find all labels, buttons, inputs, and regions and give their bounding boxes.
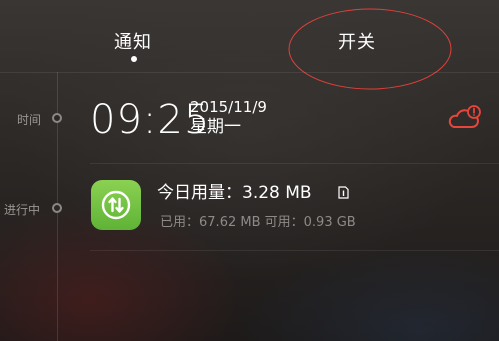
row-divider	[90, 250, 499, 251]
active-tab-indicator	[131, 56, 137, 62]
data-usage-title[interactable]: 今日用量：3.28 MB	[157, 182, 312, 204]
available-value: 0.93 GB	[303, 215, 356, 230]
timeline-dot-ongoing	[52, 203, 62, 213]
data-usage-title-label: 今日用量：	[157, 183, 242, 203]
clock-date[interactable]: 2015/11/9	[190, 99, 267, 116]
data-usage-detail: 已用：67.62 MB 可用：0.93 GB	[160, 214, 356, 232]
data-transfer-icon[interactable]	[91, 180, 141, 230]
cloud-alert-icon[interactable]	[448, 104, 482, 130]
used-label: 已用：	[160, 215, 200, 230]
timeline-label-time: 时间	[17, 113, 42, 127]
tab-switches[interactable]: 开关	[338, 28, 376, 54]
sim-card-icon	[338, 186, 349, 199]
data-usage-today-value: 3.28 MB	[242, 183, 312, 203]
notification-shade: 通知 开关 时间 进行中 09:25 2015/11/9 星期一 今日用量：3.…	[0, 0, 499, 341]
available-label: 可用：	[264, 215, 304, 230]
row-divider	[90, 163, 499, 164]
timeline-label-ongoing: 进行中	[4, 203, 41, 217]
tab-divider	[0, 72, 499, 73]
clock-weekday[interactable]: 星期一	[190, 117, 241, 137]
timeline-dot-time	[52, 113, 62, 123]
tab-notifications[interactable]: 通知	[114, 28, 152, 54]
used-value: 67.62 MB	[199, 215, 261, 230]
